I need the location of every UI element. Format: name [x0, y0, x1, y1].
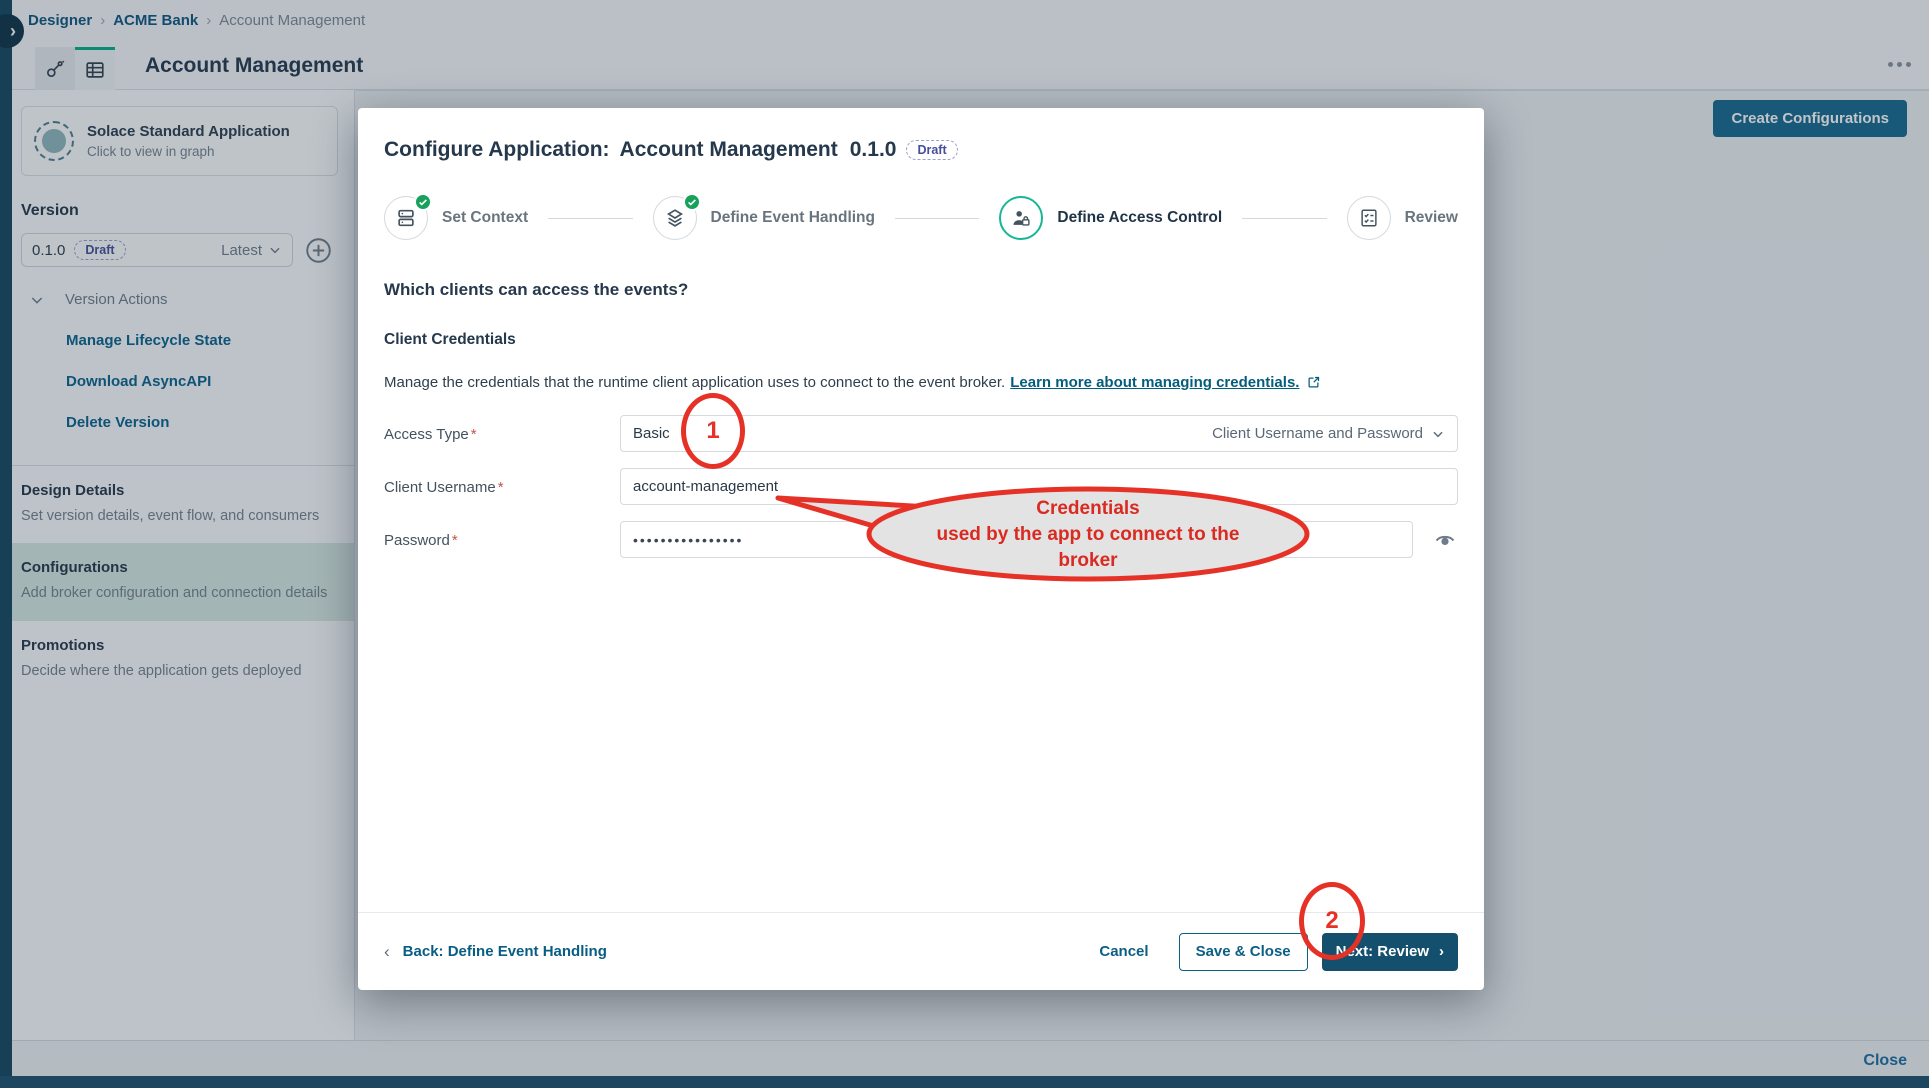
- step-connector: [895, 218, 979, 219]
- step-label: Review: [1405, 209, 1458, 227]
- step-review[interactable]: Review: [1347, 196, 1458, 240]
- chevron-left-icon: ‹: [384, 942, 390, 962]
- credentials-description: Manage the credentials that the runtime …: [384, 374, 1005, 391]
- annotation-bubble-text: Credentials used by the app to connect t…: [869, 496, 1307, 575]
- access-type-option: Client Username and Password: [1212, 425, 1423, 442]
- modal-title-version: 0.1.0: [850, 138, 897, 162]
- step-connector: [1242, 218, 1326, 219]
- annotation-circle-1: 1: [681, 393, 745, 469]
- step-label: Set Context: [442, 209, 528, 227]
- section-question: Which clients can access the events?: [384, 280, 1458, 300]
- annotation-circle-2: 2: [1299, 882, 1365, 960]
- external-link-icon: [1306, 375, 1321, 390]
- server-icon: [395, 207, 417, 229]
- chevron-down-icon: [1431, 427, 1445, 441]
- required-asterisk: *: [471, 426, 477, 443]
- wizard-stepper: Set Context Define Event Handling: [384, 196, 1458, 240]
- eye-icon: [1433, 528, 1457, 552]
- step-define-event-handling[interactable]: Define Event Handling: [653, 196, 876, 240]
- access-type-select[interactable]: Basic Client Username and Password: [620, 415, 1458, 452]
- step-complete-check-icon: [683, 193, 701, 211]
- modal-title-name: Account Management: [620, 138, 838, 162]
- access-type-value: Basic: [633, 425, 670, 442]
- learn-more-link[interactable]: Learn more about managing credentials.: [1010, 374, 1299, 391]
- required-asterisk: *: [498, 479, 504, 496]
- modal-title: Configure Application: Account Managemen…: [384, 138, 1458, 162]
- step-define-access-control[interactable]: Define Access Control: [999, 196, 1222, 240]
- access-type-label: Access Type*: [384, 425, 620, 443]
- client-username-value: account-management: [633, 478, 778, 495]
- back-button[interactable]: ‹ Back: Define Event Handling: [384, 942, 607, 962]
- password-masked-value: ••••••••••••••••: [633, 532, 743, 548]
- step-complete-check-icon: [414, 193, 432, 211]
- cancel-button[interactable]: Cancel: [1083, 943, 1164, 960]
- client-username-label: Client Username*: [384, 478, 620, 496]
- step-set-context[interactable]: Set Context: [384, 196, 528, 240]
- chevron-right-icon: ›: [1439, 943, 1444, 960]
- user-lock-icon: [1010, 207, 1032, 229]
- layers-icon: [664, 207, 686, 229]
- password-label: Password*: [384, 531, 620, 549]
- save-and-close-button[interactable]: Save & Close: [1179, 933, 1308, 971]
- required-asterisk: *: [452, 532, 458, 549]
- client-credentials-heading: Client Credentials: [384, 331, 1458, 349]
- draft-badge: Draft: [906, 140, 957, 160]
- show-password-button[interactable]: [1433, 528, 1457, 552]
- step-label: Define Access Control: [1057, 209, 1222, 227]
- modal-title-prefix: Configure Application:: [384, 138, 610, 162]
- step-connector: [548, 218, 632, 219]
- checklist-icon: [1358, 207, 1380, 229]
- step-label: Define Event Handling: [711, 209, 876, 227]
